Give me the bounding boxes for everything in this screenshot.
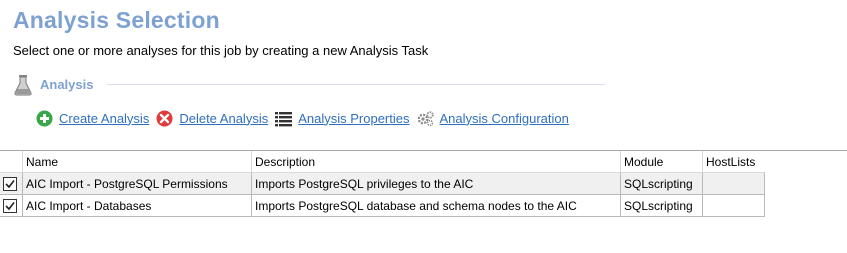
section-label: Analysis [40, 77, 94, 92]
delete-analysis-label[interactable]: Delete Analysis [179, 111, 268, 126]
analysis-table: Name Description Module HostLists AIC Im… [0, 151, 765, 217]
row-description: Imports PostgreSQL database and schema n… [251, 194, 621, 217]
row-hostlists [702, 172, 765, 195]
row-module: SQLscripting [620, 172, 703, 195]
gears-icon [417, 110, 434, 126]
row-select-cell [0, 194, 23, 217]
row-checkbox[interactable] [3, 198, 17, 213]
row-select-cell [0, 172, 23, 195]
flask-icon [14, 75, 32, 96]
delete-analysis-button[interactable]: Delete Analysis [156, 110, 268, 127]
section-divider [107, 84, 605, 85]
analysis-toolbar: Create Analysis Delete Analysis Analysis… [36, 108, 576, 128]
select-column-header [0, 151, 23, 173]
row-name: AIC Import - PostgreSQL Permissions [22, 172, 252, 195]
checkmark-icon [5, 201, 15, 210]
row-checkbox[interactable] [3, 176, 17, 191]
checkmark-icon [5, 179, 15, 188]
analysis-section-header: Analysis [13, 73, 605, 97]
table-row[interactable]: AIC Import - PostgreSQL Permissions Impo… [0, 172, 765, 195]
create-analysis-label[interactable]: Create Analysis [59, 111, 149, 126]
column-header-description[interactable]: Description [251, 151, 621, 173]
table-row[interactable]: AIC Import - Databases Imports PostgreSQ… [0, 194, 765, 217]
column-header-hostlists[interactable]: HostLists [702, 151, 764, 173]
row-hostlists [702, 194, 765, 217]
delete-icon [156, 110, 173, 126]
row-description: Imports PostgreSQL privileges to the AIC [251, 172, 621, 195]
create-analysis-button[interactable]: Create Analysis [36, 110, 149, 127]
analysis-properties-label[interactable]: Analysis Properties [298, 111, 409, 126]
column-header-name[interactable]: Name [22, 151, 252, 173]
analysis-grid: Name Description Module HostLists AIC Im… [0, 150, 847, 253]
analysis-configuration-button[interactable]: Analysis Configuration [417, 110, 569, 127]
list-icon [275, 111, 293, 126]
table-header-row: Name Description Module HostLists [0, 151, 764, 173]
row-module: SQLscripting [620, 194, 703, 217]
add-icon [36, 110, 53, 126]
column-header-module[interactable]: Module [620, 151, 703, 173]
page-subtitle: Select one or more analyses for this job… [13, 43, 429, 58]
row-name: AIC Import - Databases [22, 194, 252, 217]
analysis-configuration-label[interactable]: Analysis Configuration [440, 111, 569, 126]
page-title: Analysis Selection [13, 7, 220, 33]
analysis-properties-button[interactable]: Analysis Properties [275, 110, 410, 127]
